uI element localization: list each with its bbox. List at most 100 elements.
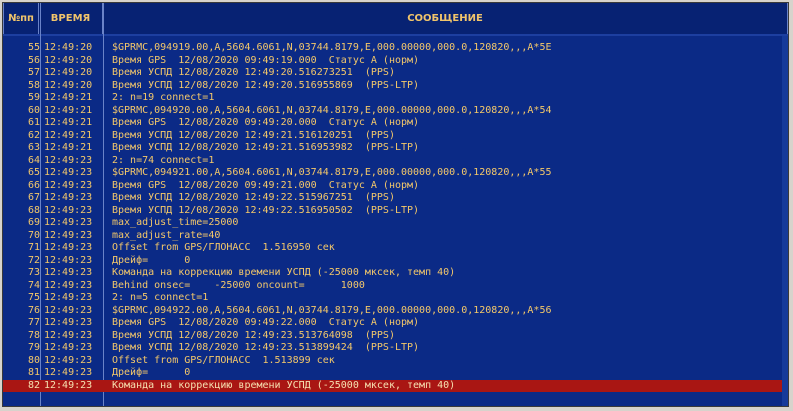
row-message: 2: n=19 connect=1	[112, 92, 215, 103]
row-message: Время УСПД 12/08/2020 12:49:23.513899424…	[112, 342, 420, 353]
row-message: Время GPS 12/08/2020 09:49:22.000 Статус…	[112, 317, 420, 328]
row-time: 12:49:21	[44, 129, 93, 141]
row-time: 12:49:20	[44, 67, 93, 78]
log-window: №пп ВРЕМЯ СООБЩЕНИЕ 55 12:49:20 $GPRMC,094…	[2, 2, 789, 407]
table-row[interactable]: 70 12:49:23 max_adjust_rate=40	[3, 230, 788, 243]
table-row[interactable]: 60 12:49:21 $GPRMC,094920.00,A,5604.6061,N…	[3, 105, 788, 118]
row-time: 12:49:23	[44, 167, 93, 178]
vertical-scrollbar[interactable]	[782, 36, 788, 406]
row-number: 67	[27, 192, 40, 203]
row-number: 74	[27, 279, 40, 291]
row-message: Offset from GPS/ГЛОНАСС 1.516950 сек	[112, 242, 335, 253]
table-row[interactable]: 71 12:49:23 Offset from GPS/ГЛОНАСС 1.5169…	[3, 242, 788, 255]
table-row[interactable]: 81 12:49:23 Дрейф= 0	[3, 367, 788, 380]
table-row[interactable]: 58 12:49:20 Время УСПД 12/08/2020 12:49:20…	[3, 80, 788, 93]
table-row[interactable]: 57 12:49:20 Время УСПД 12/08/2020 12:49:20…	[3, 67, 788, 80]
row-number: 66	[27, 179, 40, 191]
row-number: 71	[27, 242, 40, 253]
row-message: Команда на коррекцию времени УСПД (-2500…	[112, 379, 456, 391]
row-message: Команда на коррекцию времени УСПД (-2500…	[112, 267, 456, 278]
row-number: 55	[27, 42, 40, 53]
row-time: 12:49:21	[44, 142, 93, 153]
row-message: max_adjust_time=25000	[112, 217, 239, 228]
row-time: 12:49:23	[44, 204, 93, 216]
row-number: 79	[27, 342, 40, 353]
table-row[interactable]: 80 12:49:23 Offset from GPS/ГЛОНАСС 1.5138…	[3, 355, 788, 368]
table-row[interactable]: 74 12:49:23 Behind onsec= -25000 oncount= …	[3, 280, 788, 293]
table-row[interactable]: 62 12:49:21 Время УСПД 12/08/2020 12:49:21…	[3, 130, 788, 143]
row-message: $GPRMC,094919.00,A,5604.6061,N,03744.817…	[112, 42, 552, 53]
table-row[interactable]: 61 12:49:21 Время GPS 12/08/2020 09:49:20.…	[3, 117, 788, 130]
row-number: 73	[27, 267, 40, 278]
row-message: $GPRMC,094920.00,A,5604.6061,N,03744.817…	[112, 104, 552, 116]
row-number: 65	[27, 167, 40, 178]
row-time: 12:49:21	[44, 104, 93, 116]
table-row[interactable]: 82 12:49:23 Команда на коррекцию времени У…	[3, 379, 788, 392]
row-message: Время УСПД 12/08/2020 12:49:20.516273251…	[112, 67, 395, 78]
table-row[interactable]: 79 12:49:23 Время УСПД 12/08/2020 12:49:23…	[3, 342, 788, 355]
table-row[interactable]: 64 12:49:23 2: n=74 connect=1	[3, 155, 788, 168]
row-time: 12:49:23	[44, 154, 93, 166]
row-time: 12:49:23	[44, 229, 93, 241]
row-message: $GPRMC,094922.00,A,5604.6061,N,03744.817…	[112, 304, 552, 316]
table-row[interactable]: 76 12:49:23 $GPRMC,094922.00,A,5604.6061,N…	[3, 305, 788, 318]
row-time: 12:49:23	[44, 242, 93, 253]
row-time: 12:49:21	[44, 117, 93, 128]
table-row[interactable]: 55 12:49:20 $GPRMC,094919.00,A,5604.6061,N…	[3, 42, 788, 55]
row-time: 12:49:23	[44, 192, 93, 203]
table-row[interactable]: 69 12:49:23 max_adjust_time=25000	[3, 217, 788, 230]
row-number: 61	[27, 117, 40, 128]
row-time: 12:49:23	[44, 342, 93, 353]
row-message: Время УСПД 12/08/2020 12:49:21.516120251…	[112, 129, 395, 141]
row-message: 2: n=74 connect=1	[112, 154, 215, 166]
row-number: 70	[27, 229, 40, 241]
row-time: 12:49:23	[44, 217, 93, 228]
row-number: 58	[27, 79, 40, 91]
row-number: 64	[27, 154, 40, 166]
row-message: max_adjust_rate=40	[112, 229, 221, 241]
table-row[interactable]: 63 12:49:21 Время УСПД 12/08/2020 12:49:21…	[3, 142, 788, 155]
table-row[interactable]: 59 12:49:21 2: n=19 connect=1	[3, 92, 788, 105]
row-time: 12:49:23	[44, 317, 93, 328]
row-time: 12:49:23	[44, 354, 93, 366]
log-table-body[interactable]: 55 12:49:20 $GPRMC,094919.00,A,5604.6061,N…	[3, 42, 788, 406]
row-time: 12:49:23	[44, 292, 93, 303]
row-message: Время УСПД 12/08/2020 12:49:22.516950502…	[112, 204, 420, 216]
row-number: 72	[27, 254, 40, 266]
row-time: 12:49:21	[44, 92, 93, 103]
row-number: 59	[27, 92, 40, 103]
row-time: 12:49:20	[44, 79, 93, 91]
row-number: 68	[27, 204, 40, 216]
row-number: 82	[27, 379, 40, 391]
column-header-time[interactable]: ВРЕМЯ	[39, 3, 103, 34]
row-number: 63	[27, 142, 40, 153]
row-message: 2: n=5 connect=1	[112, 292, 209, 303]
table-row[interactable]: 68 12:49:23 Время УСПД 12/08/2020 12:49:22…	[3, 205, 788, 218]
row-number: 57	[27, 67, 40, 78]
column-header-message[interactable]: СООБЩЕНИЕ	[103, 3, 788, 34]
row-message: $GPRMC,094921.00,A,5604.6061,N,03744.817…	[112, 167, 552, 178]
table-row[interactable]: 78 12:49:23 Время УСПД 12/08/2020 12:49:23…	[3, 330, 788, 343]
row-message: Дрейф= 0	[112, 254, 191, 266]
row-number: 77	[27, 317, 40, 328]
table-row[interactable]: 65 12:49:23 $GPRMC,094921.00,A,5604.6061,N…	[3, 167, 788, 180]
row-number: 75	[27, 292, 40, 303]
row-message: Время УСПД 12/08/2020 12:49:22.515967251…	[112, 192, 395, 203]
row-number: 78	[27, 329, 40, 341]
table-row[interactable]: 72 12:49:23 Дрейф= 0	[3, 255, 788, 268]
row-number: 76	[27, 304, 40, 316]
table-row[interactable]: 73 12:49:23 Команда на коррекцию времени У…	[3, 267, 788, 280]
row-message: Дрейф= 0	[112, 367, 191, 378]
table-row[interactable]: 66 12:49:23 Время GPS 12/08/2020 09:49:21.…	[3, 180, 788, 193]
row-time: 12:49:23	[44, 367, 93, 378]
table-row[interactable]: 56 12:49:20 Время GPS 12/08/2020 09:49:19.…	[3, 55, 788, 68]
column-header-number[interactable]: №пп	[3, 3, 39, 34]
row-number: 60	[27, 104, 40, 116]
row-number: 69	[27, 217, 40, 228]
row-time: 12:49:23	[44, 304, 93, 316]
table-row[interactable]: 75 12:49:23 2: n=5 connect=1	[3, 292, 788, 305]
row-time: 12:49:23	[44, 179, 93, 191]
table-row[interactable]: 77 12:49:23 Время GPS 12/08/2020 09:49:22.…	[3, 317, 788, 330]
table-row[interactable]: 67 12:49:23 Время УСПД 12/08/2020 12:49:22…	[3, 192, 788, 205]
row-number: 81	[27, 367, 40, 378]
